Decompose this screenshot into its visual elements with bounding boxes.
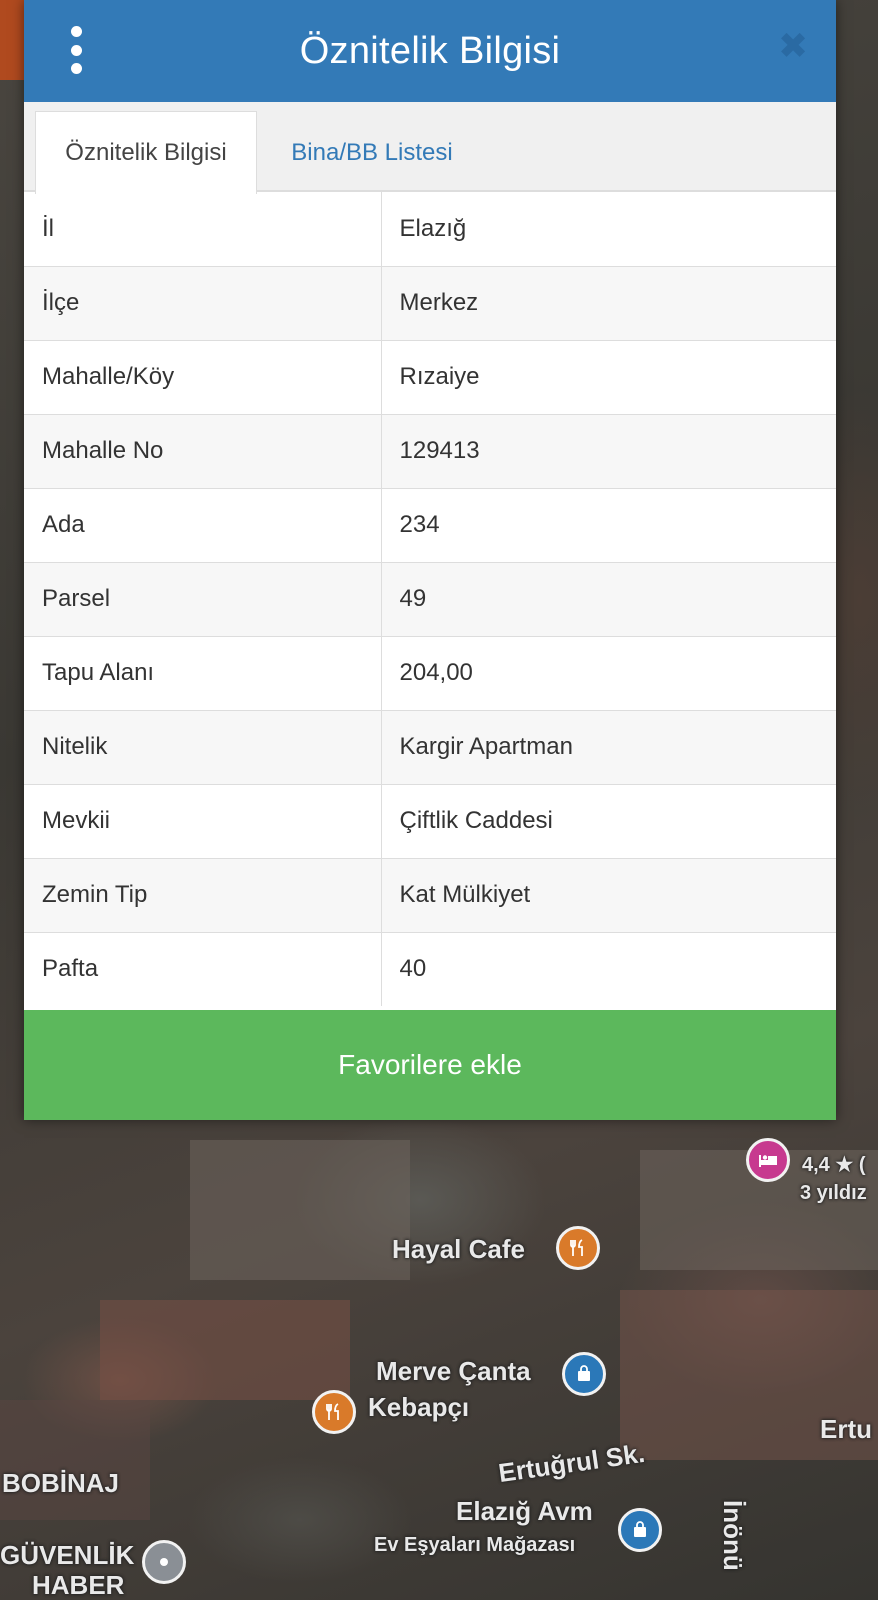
attribute-key: Mevkii — [24, 784, 382, 859]
close-icon[interactable]: ✖ — [778, 29, 808, 65]
map-label-haber: HABER — [32, 1570, 125, 1600]
attribute-key: Mahalle/Köy — [24, 340, 382, 415]
tab-building-list[interactable]: Bina/BB Listesi — [267, 111, 477, 194]
menu-dot — [70, 44, 82, 56]
table-row: Ada 234 — [24, 488, 836, 563]
table-row: Tapu Alanı 204,00 — [24, 636, 836, 711]
map-building — [0, 1400, 150, 1520]
map-label-elazig-avm[interactable]: Elazığ Avm — [456, 1496, 593, 1527]
menu-dot — [70, 26, 82, 37]
shopping-bag-icon[interactable] — [562, 1352, 606, 1396]
map-label-ev-esyalari: Ev Eşyaları Mağazası — [374, 1534, 576, 1556]
attribute-value: Elazığ — [381, 192, 836, 267]
map-roof — [0, 0, 24, 80]
map-label-merve-canta[interactable]: Merve Çanta — [376, 1356, 531, 1387]
table-row: Parsel 49 — [24, 562, 836, 637]
attribute-key: İlçe — [24, 266, 382, 341]
menu-dot — [70, 63, 82, 74]
attribute-key: Mahalle No — [24, 414, 382, 489]
table-row: Mahalle No 129413 — [24, 414, 836, 489]
attribute-value: 234 — [381, 488, 836, 563]
map-label-ertu: Ertu — [820, 1414, 872, 1444]
table-row: İl Elazığ — [24, 192, 836, 267]
table-row: Mahalle/Köy Rızaiye — [24, 340, 836, 415]
attribute-value: Çiftlik Caddesi — [381, 784, 836, 859]
attribute-key: Pafta — [24, 932, 382, 1006]
attribute-value: Kat Mülkiyet — [381, 858, 836, 933]
dialog-title: Öznitelik Bilgisi — [299, 29, 561, 72]
map-label-bobinaj: BOBİNAJ — [2, 1468, 120, 1498]
attribute-key: İl — [24, 192, 382, 267]
map-label-guvenlik: GÜVENLİK — [0, 1540, 135, 1570]
table-row: Zemin Tip Kat Mülkiyet — [24, 858, 836, 933]
attribute-dialog: Öznitelik Bilgisi ✖ Öznitelik Bilgisi Bi… — [24, 0, 836, 1120]
attribute-key: Ada — [24, 488, 382, 563]
dialog-header: Öznitelik Bilgisi ✖ — [24, 0, 836, 102]
attribute-key: Tapu Alanı — [24, 636, 382, 711]
map-label-ertugrul-sk: Ertuğrul Sk. — [496, 1437, 647, 1489]
attribute-key: Zemin Tip — [24, 858, 382, 933]
table-row: Pafta 40 — [24, 932, 836, 1006]
map-label-kebapci[interactable]: Kebapçı — [368, 1392, 469, 1423]
more-vertical-icon[interactable] — [58, 26, 94, 74]
map-label-inonu: İnönü — [718, 1500, 748, 1571]
map-label-hayal-cafe[interactable]: Hayal Cafe — [392, 1234, 525, 1265]
table-row: Mevkii Çiftlik Caddesi — [24, 784, 836, 859]
tab-bar: Öznitelik Bilgisi Bina/BB Listesi — [24, 102, 836, 194]
map-label-rating: 4,4 ★ ( — [802, 1154, 866, 1176]
attribute-value: 129413 — [381, 414, 836, 489]
attribute-key: Nitelik — [24, 710, 382, 785]
shopping-bag-icon[interactable] — [618, 1508, 662, 1552]
attribute-value: 204,00 — [381, 636, 836, 711]
attribute-value: Rızaiye — [381, 340, 836, 415]
map-building — [190, 1140, 410, 1280]
add-to-favorites-button[interactable]: Favorilere ekle — [24, 1010, 836, 1120]
table-row: Nitelik Kargir Apartman — [24, 710, 836, 785]
attribute-table: İl Elazığ İlçe Merkez Mahalle/Köy Rızaiye Maha… — [24, 192, 836, 1006]
attribute-key: Parsel — [24, 562, 382, 637]
hotel-icon[interactable] — [746, 1138, 790, 1182]
map-label-stars: 3 yıldız — [800, 1182, 867, 1204]
table-row: İlçe Merkez — [24, 266, 836, 341]
attribute-value: 49 — [381, 562, 836, 637]
attribute-value: Merkez — [381, 266, 836, 341]
restaurant-icon[interactable] — [312, 1390, 356, 1434]
tab-attribute-info[interactable]: Öznitelik Bilgisi — [35, 111, 257, 194]
map-building — [100, 1300, 350, 1400]
location-pin-icon[interactable] — [142, 1540, 186, 1584]
restaurant-icon[interactable] — [556, 1226, 600, 1270]
attribute-value: Kargir Apartman — [381, 710, 836, 785]
attribute-value: 40 — [399, 955, 427, 983]
